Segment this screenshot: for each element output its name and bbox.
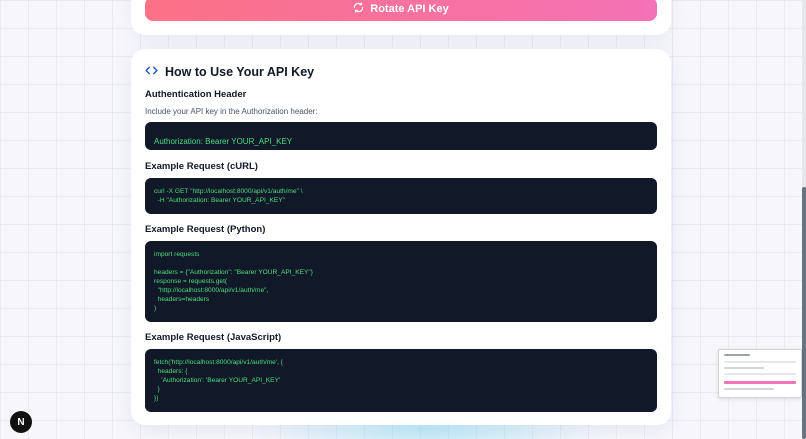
python-heading: Example Request (Python) [145, 224, 266, 235]
rotate-api-key-label: Rotate API Key [370, 3, 449, 15]
thumbnail-line [724, 354, 750, 356]
api-key-card: Rotate API Key [131, 0, 671, 35]
thumbnail-line [724, 388, 774, 390]
code-brackets-icon [145, 64, 158, 80]
dev-tools-badge[interactable]: N [10, 411, 32, 433]
auth-header-heading: Authentication Header [145, 89, 247, 100]
page-preview-thumbnail[interactable] [718, 349, 802, 398]
auth-header-code-block: Authorization: Bearer YOUR_API_KEY [145, 122, 657, 150]
refresh-icon [353, 2, 364, 16]
javascript-code-block: fetch('http://localhost:8000/api/v1/auth… [145, 349, 657, 412]
auth-header-description: Include your API key in the Authorizatio… [145, 107, 318, 116]
api-usage-card: How to Use Your API Key Authentication H… [131, 49, 671, 425]
python-code-block: import requests headers = {"Authorizatio… [145, 241, 657, 322]
thumbnail-line [724, 373, 796, 375]
thumbnail-line [724, 381, 796, 384]
javascript-heading: Example Request (JavaScript) [145, 332, 282, 343]
thumbnail-line [724, 367, 764, 369]
page-scrollbar-thumb[interactable] [802, 187, 806, 439]
python-code: import requests headers = {"Authorizatio… [154, 251, 313, 312]
javascript-code: fetch('http://localhost:8000/api/v1/auth… [154, 359, 283, 402]
curl-heading: Example Request (cURL) [145, 161, 258, 172]
section-title: How to Use Your API Key [165, 65, 315, 79]
rotate-api-key-button[interactable]: Rotate API Key [145, 0, 657, 21]
auth-header-code: Authorization: Bearer YOUR_API_KEY [154, 137, 293, 146]
thumbnail-line [724, 361, 796, 363]
curl-code: curl -X GET "http://localhost:8000/api/v… [154, 188, 303, 204]
section-heading: How to Use Your API Key [145, 64, 314, 80]
dev-tools-badge-letter: N [17, 416, 25, 428]
curl-code-block: curl -X GET "http://localhost:8000/api/v… [145, 178, 657, 214]
